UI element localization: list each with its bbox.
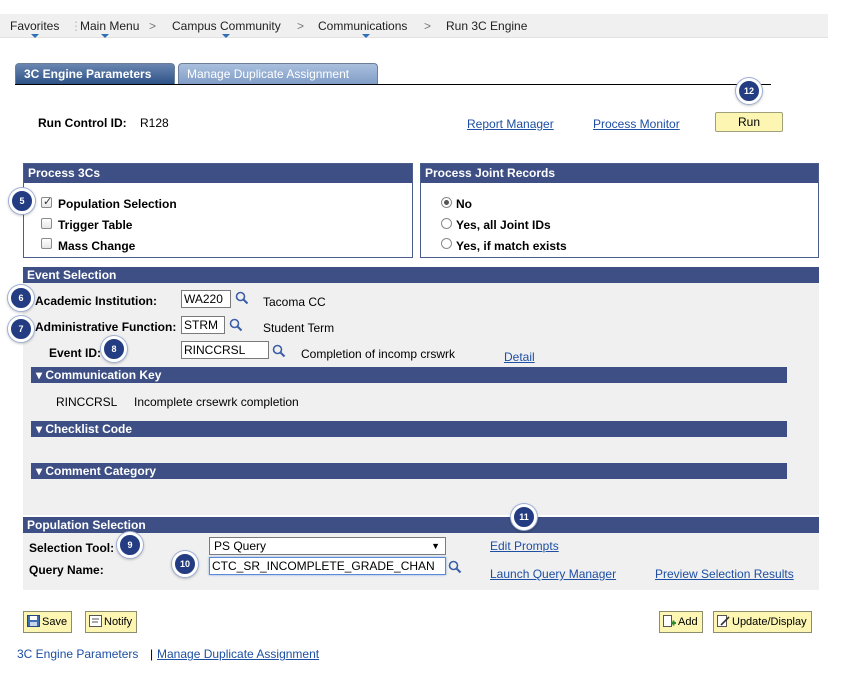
trigger-table-label: Trigger Table bbox=[58, 218, 133, 232]
breadcrumb-campus-community[interactable]: Campus Community bbox=[172, 19, 281, 33]
search-icon[interactable] bbox=[448, 560, 462, 574]
edit-prompts-link[interactable]: Edit Prompts bbox=[490, 539, 559, 553]
chevron-down-icon[interactable] bbox=[31, 34, 39, 38]
search-icon[interactable] bbox=[229, 318, 243, 332]
joint-yes-match-radio[interactable] bbox=[441, 238, 452, 249]
selection-tool-select[interactable]: PS Query ▼ bbox=[209, 537, 446, 555]
breadcrumb-communications[interactable]: Communications bbox=[318, 19, 407, 33]
event-id-input[interactable]: RINCCRSL bbox=[181, 341, 269, 359]
process-3cs-header: Process 3Cs bbox=[24, 164, 412, 183]
process-monitor-link[interactable]: Process Monitor bbox=[593, 117, 680, 131]
academic-institution-description: Tacoma CC bbox=[263, 295, 326, 309]
event-id-label: Event ID: bbox=[49, 346, 102, 360]
breadcrumb-favorites[interactable]: Favorites bbox=[10, 19, 59, 33]
breadcrumb: Favorites ⋮ Main Menu > Campus Community… bbox=[0, 14, 828, 38]
notify-button[interactable]: Notify bbox=[85, 611, 138, 633]
admin-function-label: Administrative Function: bbox=[35, 320, 177, 334]
population-selection-checkbox[interactable] bbox=[41, 195, 52, 208]
callout-badge: 8 bbox=[101, 336, 127, 362]
save-button[interactable]: Save bbox=[23, 611, 73, 633]
breadcrumb-separator: > bbox=[297, 19, 305, 33]
update-display-button-label: Update/Display bbox=[732, 616, 807, 628]
preview-selection-results-link[interactable]: Preview Selection Results bbox=[655, 567, 794, 581]
joint-yes-all-radio[interactable] bbox=[441, 218, 452, 229]
breadcrumb-main-menu[interactable]: Main Menu bbox=[80, 19, 139, 33]
admin-function-description: Student Term bbox=[263, 321, 335, 335]
notify-button-label: Notify bbox=[104, 616, 133, 628]
admin-function-input[interactable]: STRM bbox=[181, 316, 225, 334]
callout-badge: 9 bbox=[117, 532, 143, 558]
query-name-input[interactable]: CTC_SR_INCOMPLETE_GRADE_CHAN bbox=[209, 557, 446, 575]
callout-badge: 6 bbox=[8, 285, 34, 311]
trigger-table-checkbox[interactable] bbox=[41, 218, 52, 229]
add-button[interactable]: Add bbox=[659, 611, 703, 633]
detail-link[interactable]: Detail bbox=[504, 350, 535, 364]
add-icon bbox=[663, 615, 676, 627]
selection-tool-label: Selection Tool: bbox=[29, 541, 115, 555]
query-name-label: Query Name: bbox=[29, 563, 104, 577]
event-id-description: Completion of incomp crswrk bbox=[301, 347, 456, 361]
footer-duplicate-link[interactable]: Manage Duplicate Assignment bbox=[157, 647, 319, 661]
tab-manage-duplicate-assignment[interactable]: Manage Duplicate Assignment bbox=[178, 63, 378, 85]
search-icon[interactable] bbox=[272, 344, 286, 358]
comment-category-header[interactable]: ▾ Comment Category bbox=[31, 463, 787, 479]
mass-change-checkbox[interactable] bbox=[41, 238, 52, 249]
callout-badge: 12 bbox=[736, 78, 762, 104]
chevron-down-icon[interactable] bbox=[222, 34, 230, 38]
collapse-triangle-icon: ▾ bbox=[36, 422, 43, 436]
breadcrumb-separator: > bbox=[424, 19, 432, 33]
joint-no-label: No bbox=[456, 197, 472, 211]
collapse-triangle-icon: ▾ bbox=[36, 464, 43, 478]
communication-key-header[interactable]: ▾ Communication Key bbox=[31, 367, 787, 383]
run-control-value: R128 bbox=[140, 116, 169, 130]
mass-change-label: Mass Change bbox=[58, 239, 136, 253]
dropdown-arrow-icon: ▼ bbox=[431, 541, 440, 551]
joint-no-radio[interactable] bbox=[441, 197, 452, 208]
footer-separator: | bbox=[150, 647, 154, 661]
collapse-triangle-icon: ▾ bbox=[36, 368, 43, 382]
notify-icon bbox=[89, 615, 102, 627]
chevron-down-icon[interactable] bbox=[362, 34, 370, 38]
breadcrumb-run-3c-engine[interactable]: Run 3C Engine bbox=[446, 19, 527, 33]
joint-yes-match-label: Yes, if match exists bbox=[456, 239, 567, 253]
checklist-code-header[interactable]: ▾ Checklist Code bbox=[31, 421, 787, 437]
footer-params-link[interactable]: 3C Engine Parameters bbox=[17, 647, 138, 661]
academic-institution-label: Academic Institution: bbox=[35, 294, 158, 308]
communication-key-title: Communication Key bbox=[45, 368, 162, 382]
callout-badge: 5 bbox=[9, 188, 35, 214]
report-manager-link[interactable]: Report Manager bbox=[467, 117, 554, 131]
update-display-button[interactable]: Update/Display bbox=[713, 611, 812, 633]
population-selection-label: Population Selection bbox=[58, 197, 177, 211]
launch-query-manager-link[interactable]: Launch Query Manager bbox=[490, 567, 616, 581]
pencil-icon bbox=[717, 615, 730, 627]
breadcrumb-separator: > bbox=[149, 19, 157, 33]
chevron-down-icon[interactable] bbox=[101, 34, 109, 38]
callout-badge: 7 bbox=[8, 316, 34, 342]
joint-records-header: Process Joint Records bbox=[421, 164, 818, 183]
floppy-disk-icon bbox=[27, 615, 40, 627]
tab-divider bbox=[15, 84, 771, 85]
checklist-code-title: Checklist Code bbox=[45, 422, 133, 436]
tab-3c-engine-parameters[interactable]: 3C Engine Parameters bbox=[15, 63, 175, 85]
run-button[interactable]: Run bbox=[715, 112, 783, 132]
communication-key-description: Incomplete crsewrk completion bbox=[134, 395, 299, 409]
callout-badge: 10 bbox=[172, 551, 198, 577]
population-selection-header: Population Selection bbox=[23, 517, 819, 533]
joint-yes-all-label: Yes, all Joint IDs bbox=[456, 218, 551, 232]
selection-tool-value: PS Query bbox=[214, 539, 267, 553]
event-selection-header: Event Selection bbox=[23, 267, 819, 283]
save-button-label: Save bbox=[42, 616, 68, 628]
run-control-label: Run Control ID: bbox=[38, 116, 127, 130]
comment-category-title: Comment Category bbox=[45, 464, 157, 478]
callout-badge: 11 bbox=[511, 504, 537, 530]
communication-key-code: RINCCRSL bbox=[56, 395, 118, 409]
academic-institution-input[interactable]: WA220 bbox=[181, 290, 231, 308]
add-button-label: Add bbox=[678, 616, 698, 628]
search-icon[interactable] bbox=[235, 291, 249, 305]
